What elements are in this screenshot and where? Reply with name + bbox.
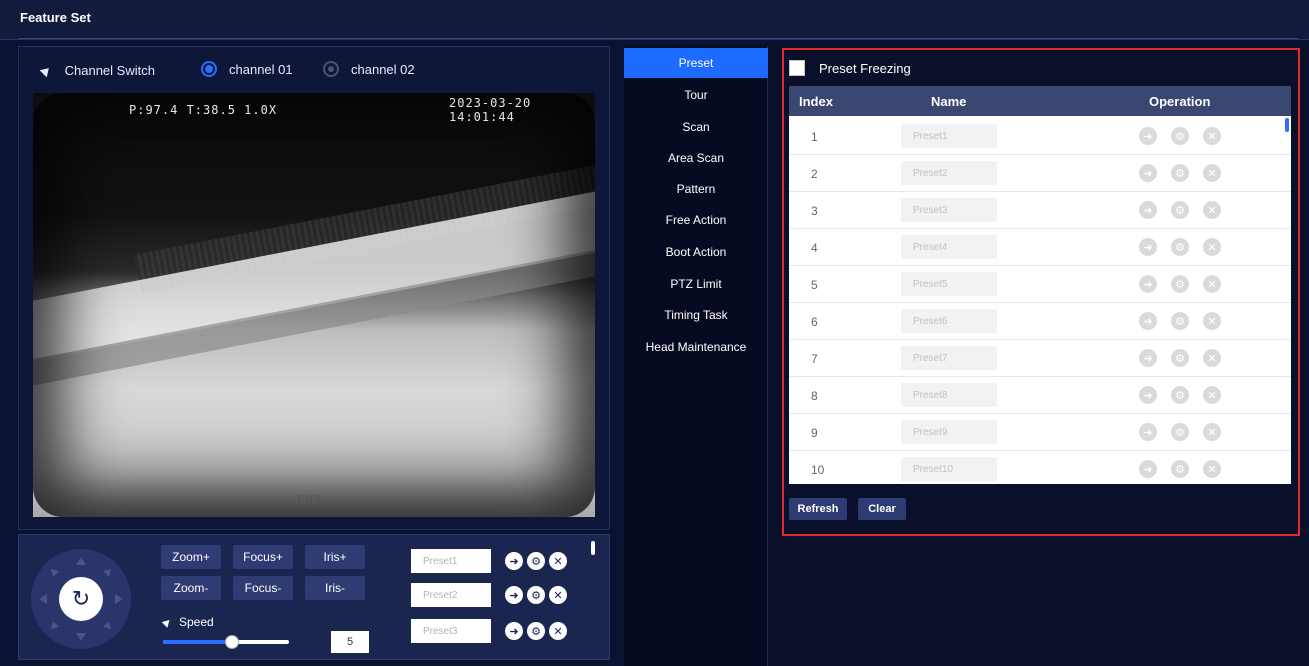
channel-02-label: channel 02 (351, 61, 415, 77)
menu-item-preset[interactable]: Preset (624, 48, 768, 78)
page-title: Feature Set (20, 10, 91, 25)
focus-out-button[interactable]: Focus- (233, 576, 293, 600)
refresh-circle-icon: ↻ (71, 586, 91, 612)
iris-in-button[interactable]: Iris+ (305, 545, 365, 569)
menu-item-area-scan[interactable]: Area Scan (624, 143, 768, 173)
focus-in-button[interactable]: Focus+ (233, 545, 293, 569)
title-bar: Feature Set (0, 0, 1309, 40)
menu-item-boot-action[interactable]: Boot Action (624, 237, 768, 267)
iris-out-button[interactable]: Iris- (305, 576, 365, 600)
call-preset-icon[interactable]: ➜ (505, 586, 523, 604)
feature-menu: Preset Tour Scan Area Scan Pattern Free … (624, 46, 768, 666)
menu-item-pattern[interactable]: Pattern (624, 174, 768, 204)
channel-02-radio[interactable]: channel 02 (323, 61, 415, 77)
set-preset-icon[interactable]: ⚙ (527, 622, 545, 640)
menu-item-scan[interactable]: Scan (624, 112, 768, 142)
speed-toggle[interactable]: Speed (161, 615, 214, 629)
delete-preset-icon[interactable]: ✕ (549, 622, 567, 640)
call-preset-icon[interactable]: ➜ (505, 622, 523, 640)
call-preset-icon[interactable]: ➜ (505, 552, 523, 570)
delete-preset-icon[interactable]: ✕ (549, 552, 567, 570)
title-divider (18, 38, 1298, 39)
set-preset-icon[interactable]: ⚙ (527, 552, 545, 570)
menu-item-ptz-limit[interactable]: PTZ Limit (624, 269, 768, 299)
speed-slider-fill (163, 640, 233, 644)
osd-timestamp: 2023-03-20 14:01:44 (449, 96, 532, 124)
video-feed[interactable]: P:97.4 T:38.5 1.0X 2023-03-20 14:01:44 C… (33, 93, 595, 517)
osd-channel: CH1 (297, 493, 322, 507)
ptz-control-bar: ↻ Zoom+ Focus+ Iris+ Zoom- Focus- Iris- … (18, 534, 610, 660)
channel-bar: Channel Switch channel 01 channel 02 (19, 47, 609, 93)
speed-label: Speed (179, 615, 214, 629)
menu-item-timing-task[interactable]: Timing Task (624, 300, 768, 330)
set-preset-icon[interactable]: ⚙ (527, 586, 545, 604)
channel-01-radio[interactable]: channel 01 (201, 61, 293, 77)
ptz-preset-input[interactable]: Preset2 (411, 583, 491, 607)
ptz-preset-input[interactable]: Preset3 (411, 619, 491, 643)
zoom-out-button[interactable]: Zoom- (161, 576, 221, 600)
collapse-triangle-icon (39, 64, 53, 78)
menu-item-tour[interactable]: Tour (624, 80, 768, 110)
menu-item-free-action[interactable]: Free Action (624, 205, 768, 235)
ptz-joystick[interactable]: ↻ (31, 549, 131, 649)
speed-slider-handle[interactable] (225, 635, 240, 649)
joystick-center-button[interactable]: ↻ (59, 577, 103, 621)
ptz-scrollbar[interactable] (591, 541, 595, 555)
speed-slider[interactable] (163, 635, 289, 649)
live-view-panel: Channel Switch channel 01 channel 02 P:9… (18, 46, 610, 530)
zoom-in-button[interactable]: Zoom+ (161, 545, 221, 569)
menu-item-head-maintenance[interactable]: Head Maintenance (624, 332, 768, 362)
highlight-frame (782, 48, 1300, 536)
speed-value-input[interactable]: 5 (331, 631, 369, 653)
ptz-preset-input[interactable]: Preset1 (411, 549, 491, 573)
osd-ptz-position: P:97.4 T:38.5 1.0X (129, 103, 278, 117)
channel-01-label: channel 01 (229, 61, 293, 77)
collapse-triangle-icon (161, 617, 173, 628)
channel-switch-label: Channel Switch (64, 63, 155, 78)
radio-selected-icon (201, 61, 217, 77)
delete-preset-icon[interactable]: ✕ (549, 586, 567, 604)
radio-unselected-icon (323, 61, 339, 77)
channel-switch-toggle[interactable]: Channel Switch (39, 63, 155, 78)
